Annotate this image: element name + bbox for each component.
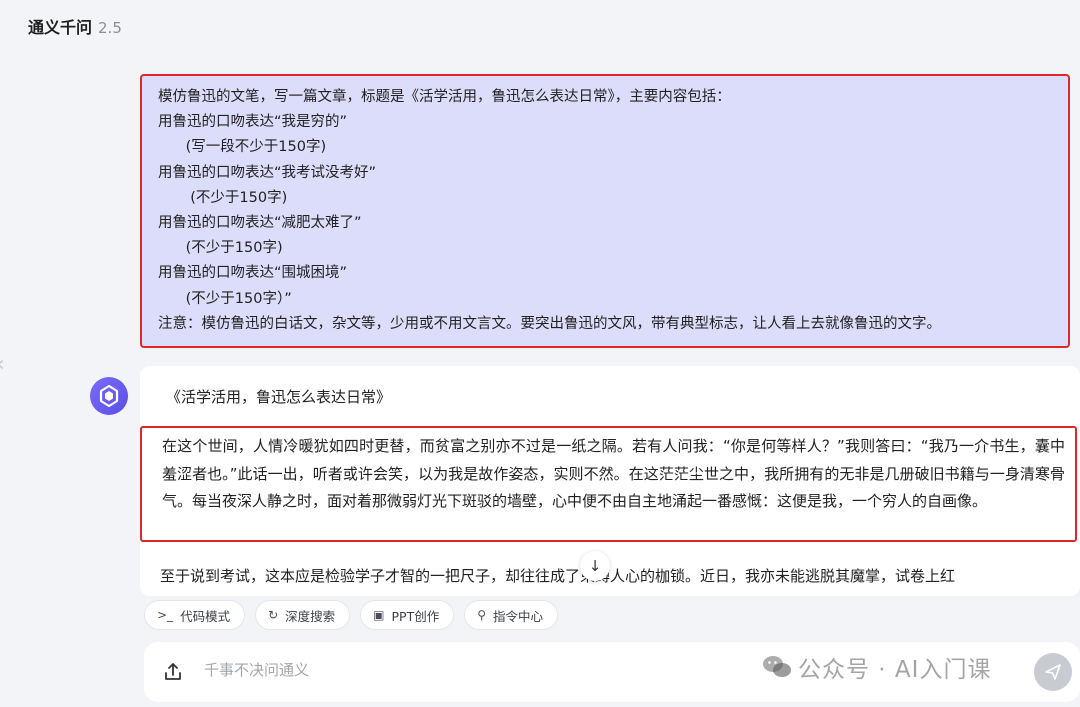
user-message-line: 模仿鲁迅的文笔，写一篇文章，标题是《活学活用，鲁迅怎么表达日常》，主要内容包括： <box>158 89 731 105</box>
wechat-watermark: 公众号 · AI入门课 <box>762 650 991 684</box>
user-message-line: 用鲁迅的口吻表达“我考试没考好” <box>158 164 377 181</box>
chip-code-mode[interactable]: >_ 代码模式 <box>144 600 246 630</box>
code-mode-icon: >_ <box>157 608 174 622</box>
app-version: 2.5 <box>98 19 122 37</box>
command-center-icon: ⚲ <box>477 608 487 622</box>
user-message-line: 用鲁迅的口吻表达“围城困境” <box>158 265 348 282</box>
user-message-line: (写一段不少于150字) <box>158 139 327 156</box>
reply-title: 《活学活用，鲁迅怎么表达日常》 <box>166 388 392 406</box>
chip-command-center[interactable]: ⚲ 指令中心 <box>464 600 559 630</box>
arrow-down-icon: ↓ <box>588 557 602 575</box>
chat-input[interactable] <box>202 660 746 680</box>
watermark-text: 公众号 · AI入门课 <box>798 657 992 683</box>
app-name: 通义千问 <box>28 18 93 37</box>
reply-paragraph: 至于说到考试，这本应是检验学子才智的一把尺子，却往往成了束缚人心的枷锁。近日，我… <box>160 567 956 585</box>
feature-chips: >_ 代码模式 ↻ 深度搜索 ▣ PPT创作 ⚲ 指令中心 <box>144 600 559 630</box>
app-header: 通义千问 2.5 <box>28 14 122 38</box>
user-message-bubble: 模仿鲁迅的文笔，写一篇文章，标题是《活学活用，鲁迅怎么表达日常》，主要内容包括：… <box>140 74 1070 348</box>
user-message-line: (不少于150字) <box>158 240 283 257</box>
wechat-icon <box>763 656 791 677</box>
user-message-line: (不少于150字) <box>158 189 288 206</box>
highlighted-paragraph-box: 在这个世间，人情冷暖犹如四时更替，而贫富之别亦不过是一纸之隔。若有人问我：“你是… <box>140 426 1077 542</box>
user-message-line: 用鲁迅的口吻表达“我是穷的” <box>158 114 348 131</box>
user-message-line: 用鲁迅的口吻表达“减肥太难了” <box>158 215 362 232</box>
reply-paragraph: 在这个世间，人情冷暖犹如四时更替，而贫富之别亦不过是一纸之隔。若有人问我：“你是… <box>162 437 1065 510</box>
chip-label: 代码模式 <box>180 608 231 624</box>
chip-label: 深度搜索 <box>285 608 336 624</box>
scroll-down-button[interactable]: ↓ <box>580 551 610 581</box>
assistant-reply-card: 《活学活用，鲁迅怎么表达日常》 在这个世间，人情冷暖犹如四时更替，而贫富之别亦不… <box>140 366 1080 596</box>
collapse-arrow-icon[interactable]: ‹ <box>0 352 5 377</box>
assistant-avatar-icon <box>90 377 128 415</box>
send-button[interactable] <box>1034 653 1072 691</box>
upload-icon[interactable] <box>162 661 184 683</box>
ppt-icon: ▣ <box>373 608 385 622</box>
chip-ppt[interactable]: ▣ PPT创作 <box>360 600 455 630</box>
user-message-line: (不少于150字）” <box>158 290 292 307</box>
chip-label: 指令中心 <box>493 608 544 624</box>
chip-label: PPT创作 <box>391 608 440 624</box>
user-message-line: 注意：模仿鲁迅的白话文，杂文等，少用或不用文言文。要突出鲁迅的文风，带有典型标志… <box>158 315 941 332</box>
deep-search-icon: ↻ <box>268 608 279 622</box>
send-icon <box>1045 664 1061 680</box>
chip-deep-search[interactable]: ↻ 深度搜索 <box>255 600 351 630</box>
